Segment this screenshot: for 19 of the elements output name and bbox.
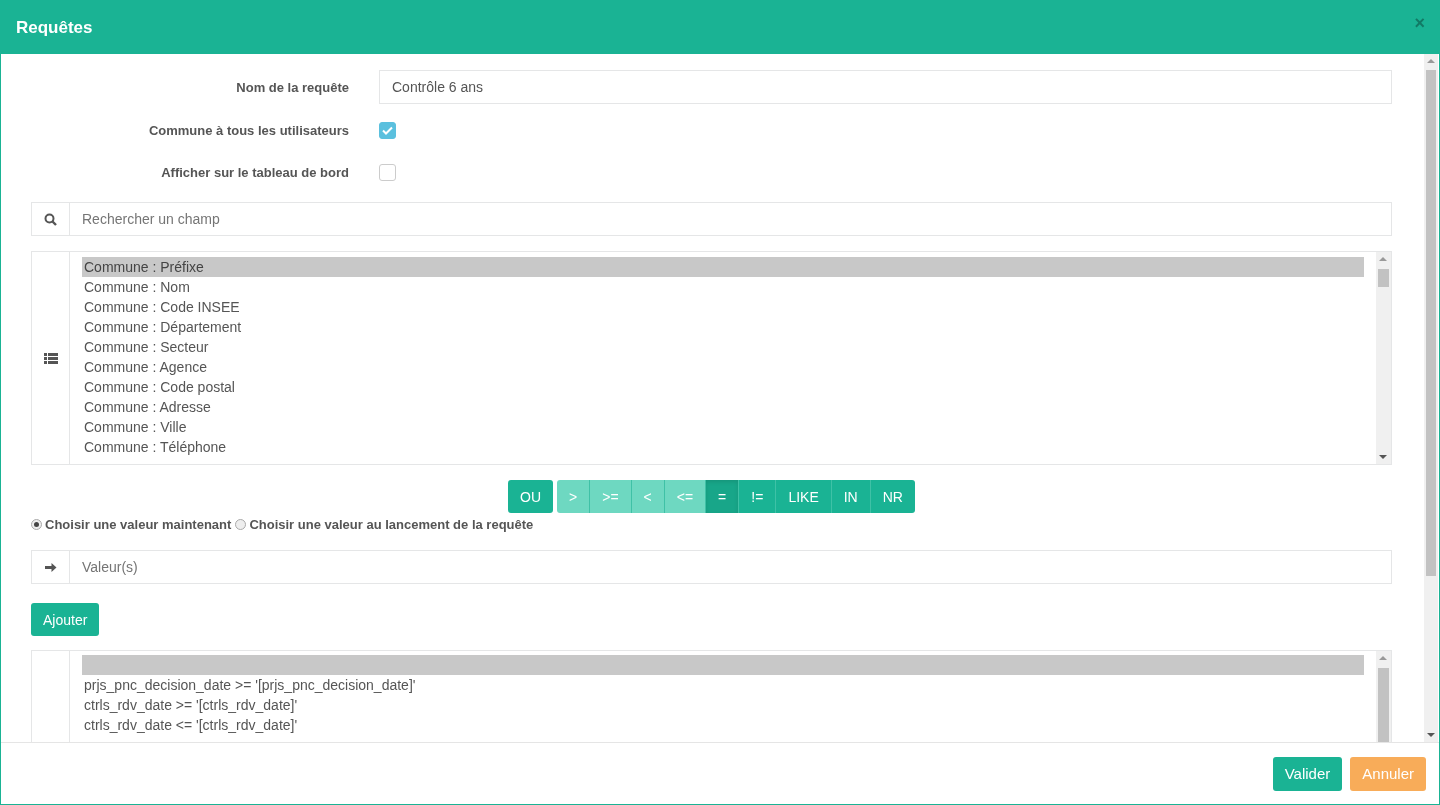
list-item[interactable]: ctrls_rdv_date >= '[ctrls_rdv_date]': [82, 695, 1364, 715]
radio-option[interactable]: Choisir une valeur maintenant: [31, 517, 232, 532]
name-input[interactable]: Contrôle 6 ans: [379, 70, 1392, 104]
search-icon: [44, 212, 57, 226]
scrollbar[interactable]: [1424, 54, 1438, 742]
list-item[interactable]: prjs_pnc_decision_date >= '[prjs_pnc_decision_date]': [82, 675, 1364, 695]
checkmark-icon: [382, 126, 393, 135]
arrow-icon: [44, 561, 57, 573]
checkbox-label: Afficher sur le tableau de bord: [160, 165, 349, 180]
selected-row[interactable]: [82, 655, 1364, 675]
radio-option[interactable]: Choisir une valeur au lancement de la requête: [235, 517, 534, 532]
checkbox-label: Commune à tous les utilisateurs: [147, 123, 349, 138]
field-label: Nom de la requête: [235, 79, 349, 95]
radio-button[interactable]: [31, 519, 42, 530]
radio-button[interactable]: [235, 519, 247, 530]
list-item[interactable]: ctrls_rdv_date <= '[ctrls_rdv_date]': [82, 715, 1364, 735]
checkbox[interactable]: [379, 122, 396, 139]
checkbox[interactable]: [379, 164, 396, 181]
window-title: Requêtes: [16, 17, 93, 38]
